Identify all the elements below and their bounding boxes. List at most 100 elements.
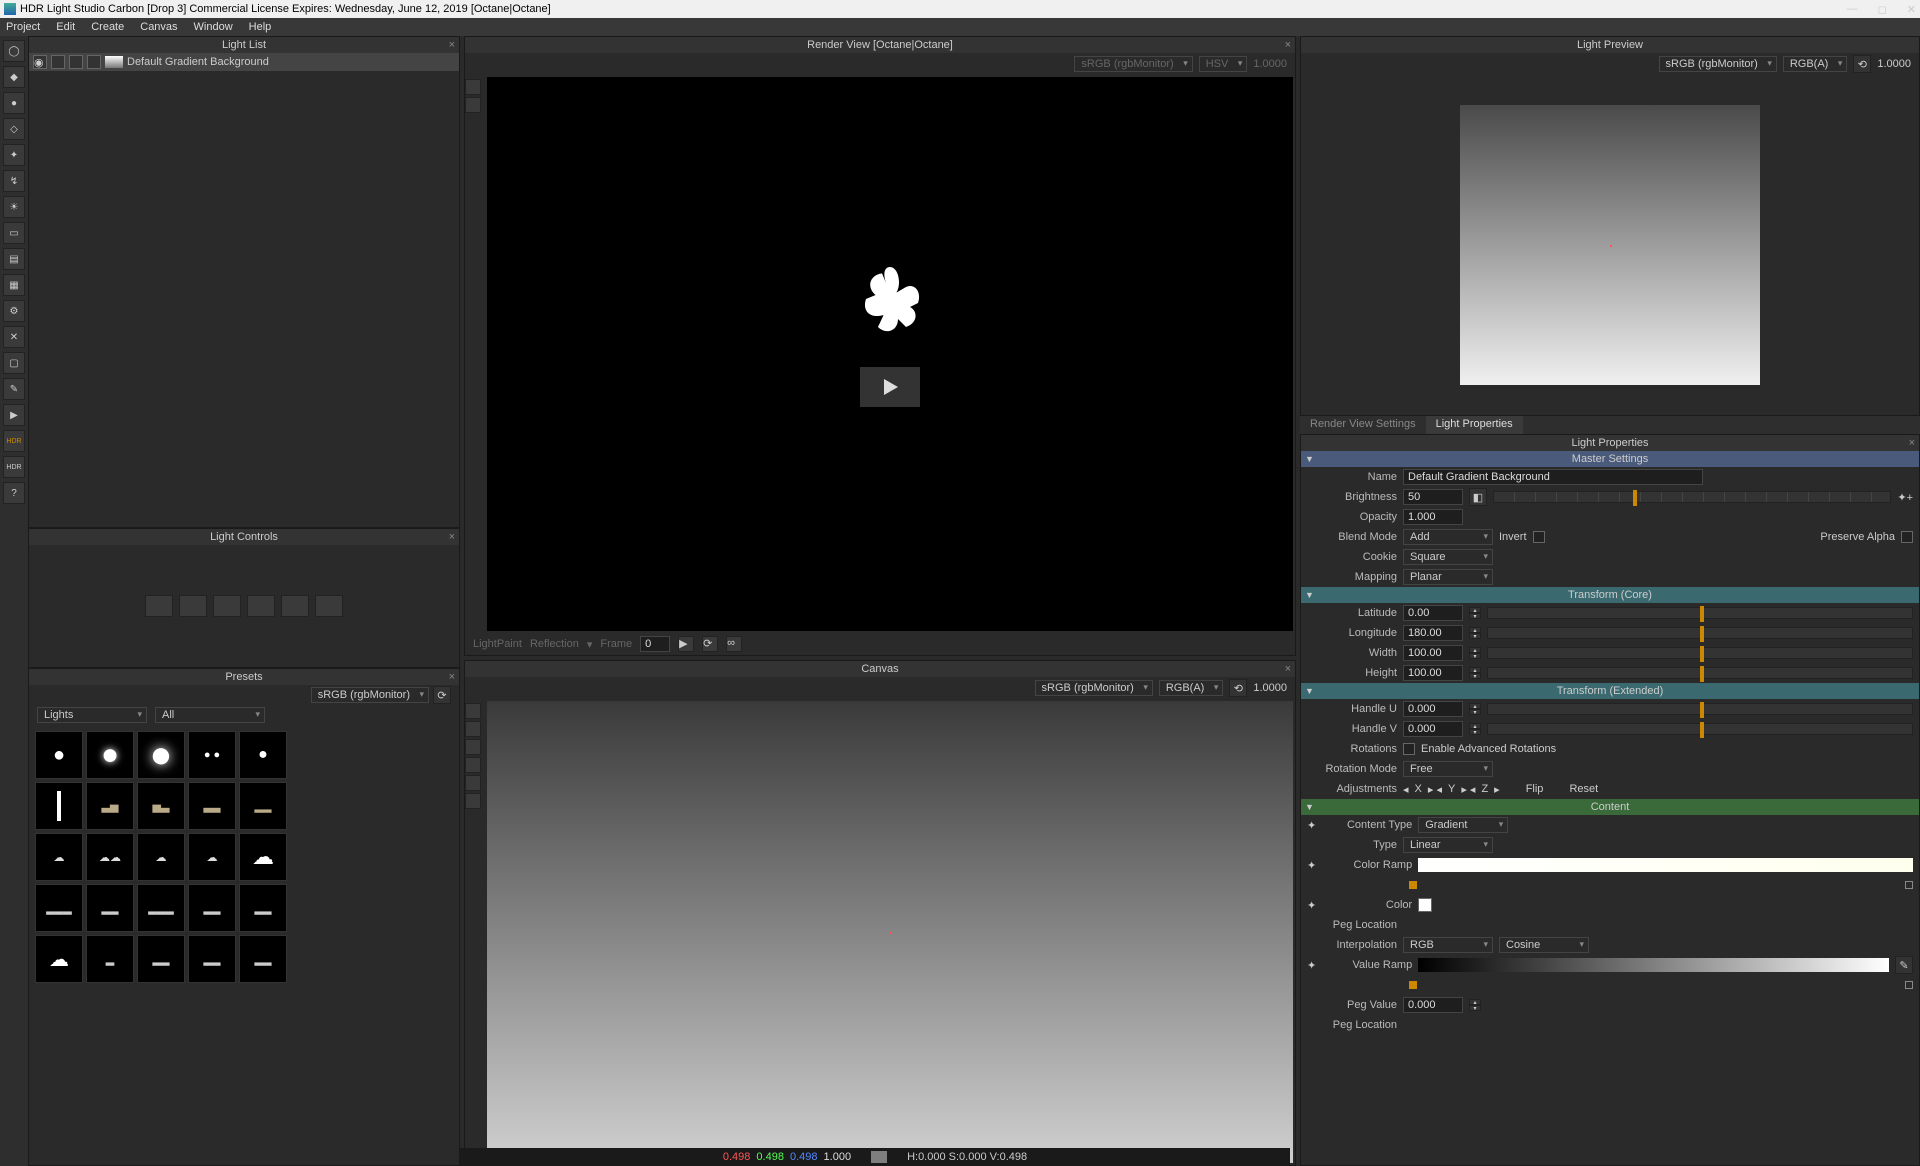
rv-play-icon[interactable]: ▶ — [678, 636, 694, 652]
tool-close-icon[interactable]: ✕ — [3, 326, 25, 348]
cv-channels-dropdown[interactable]: RGB(A) — [1159, 680, 1224, 696]
preset-thumb[interactable]: ☁ — [35, 833, 83, 881]
preset-thumb[interactable]: ▂▂ — [239, 884, 287, 932]
menu-window[interactable]: Window — [194, 21, 233, 33]
tool-4[interactable]: ◇ — [3, 118, 25, 140]
type-dropdown[interactable]: Linear — [1403, 837, 1493, 853]
tool-hdr2-icon[interactable]: HDR — [3, 456, 25, 478]
name-input[interactable] — [1403, 469, 1703, 485]
rv-mode-reflection[interactable]: Reflection — [530, 638, 579, 650]
preset-thumb[interactable]: ● — [86, 731, 134, 779]
color-ramp[interactable] — [1418, 858, 1913, 872]
mapping-dropdown[interactable]: Planar — [1403, 569, 1493, 585]
tool-1[interactable]: ◯ — [3, 40, 25, 62]
tool-gear-icon[interactable]: ⚙ — [3, 300, 25, 322]
lc-orbit-icon[interactable] — [247, 595, 275, 617]
preset-thumb[interactable]: ▂▂ — [137, 935, 185, 983]
preserve-alpha-checkbox[interactable] — [1901, 531, 1913, 543]
handleu-input[interactable] — [1403, 701, 1463, 717]
value-ramp-edit-icon[interactable]: ✎ — [1895, 956, 1913, 974]
lp-colorspace-dropdown[interactable]: sRGB (rgbMonitor) — [1659, 56, 1777, 72]
tool-6[interactable]: ↯ — [3, 170, 25, 192]
preset-thumb[interactable]: ▂▂ — [86, 884, 134, 932]
handlev-slider[interactable] — [1487, 723, 1913, 735]
preset-thumb[interactable]: ▂▂ — [239, 782, 287, 830]
interp-dropdown[interactable]: RGB — [1403, 937, 1493, 953]
brightness-input[interactable] — [1403, 489, 1463, 505]
rv-mode-lightpaint[interactable]: LightPaint — [473, 638, 522, 650]
vramp-peg[interactable] — [1409, 981, 1417, 989]
invert-checkbox[interactable] — [1533, 531, 1545, 543]
blend-dropdown[interactable]: Add — [1403, 529, 1493, 545]
longitude-input[interactable] — [1403, 625, 1463, 641]
preset-thumb[interactable]: ● — [239, 731, 287, 779]
tab-light-properties[interactable]: Light Properties — [1426, 416, 1523, 434]
play-button[interactable] — [860, 367, 920, 407]
panel-close-icon[interactable]: × — [449, 671, 455, 683]
close-button[interactable]: ✕ — [1907, 3, 1916, 16]
preset-thumb[interactable]: ● — [35, 731, 83, 779]
add-icon[interactable]: ✦+ — [1897, 491, 1913, 504]
render-viewport[interactable] — [487, 77, 1293, 631]
handleu-slider[interactable] — [1487, 703, 1913, 715]
opacity-input[interactable] — [1403, 509, 1463, 525]
rv-loop-icon[interactable]: ∞ — [726, 636, 742, 652]
preset-thumb[interactable]: ▂▂▂ — [137, 884, 185, 932]
height-spinner[interactable]: ▴▾ — [1469, 667, 1481, 679]
tab-render-settings[interactable]: Render View Settings — [1300, 416, 1426, 434]
tool-3[interactable]: ● — [3, 92, 25, 114]
panel-close-icon[interactable]: × — [1909, 437, 1915, 449]
preset-thumb[interactable]: ▂▂ — [239, 935, 287, 983]
preset-thumb[interactable]: ☁ — [188, 833, 236, 881]
rv-brush-icon[interactable] — [465, 79, 481, 95]
toggle-4[interactable] — [87, 55, 101, 69]
preset-thumb[interactable]: ● — [137, 731, 185, 779]
menu-edit[interactable]: Edit — [56, 21, 75, 33]
panel-close-icon[interactable]: × — [449, 39, 455, 51]
tool-rect-icon[interactable]: ▢ — [3, 352, 25, 374]
rv-channels-dropdown[interactable]: HSV — [1199, 56, 1248, 72]
ramp-peg[interactable] — [1409, 881, 1417, 889]
preset-thumb[interactable]: ☁ — [137, 833, 185, 881]
presets-category-dropdown[interactable]: Lights — [37, 707, 147, 723]
minimize-button[interactable]: — — [1847, 3, 1858, 16]
handlev-input[interactable] — [1403, 721, 1463, 737]
toggle-2[interactable] — [51, 55, 65, 69]
maximize-button[interactable]: ◻ — [1878, 3, 1887, 16]
menu-help[interactable]: Help — [249, 21, 272, 33]
vramp-peg-end[interactable] — [1905, 981, 1913, 989]
height-input[interactable] — [1403, 665, 1463, 681]
preset-thumb[interactable]: ▂▂▂ — [35, 884, 83, 932]
toggle-3[interactable] — [69, 55, 83, 69]
presets-refresh-icon[interactable]: ⟳ — [433, 686, 451, 704]
tool-pencil-icon[interactable]: ✎ — [3, 378, 25, 400]
latitude-spinner[interactable]: ▴▾ — [1469, 607, 1481, 619]
tool-10[interactable]: ▦ — [3, 274, 25, 296]
content-type-dropdown[interactable]: Gradient — [1418, 817, 1508, 833]
tool-7[interactable]: ☀ — [3, 196, 25, 218]
cv-grid-icon[interactable] — [465, 703, 481, 719]
longitude-slider[interactable] — [1487, 627, 1913, 639]
longitude-spinner[interactable]: ▴▾ — [1469, 627, 1481, 639]
latitude-input[interactable] — [1403, 605, 1463, 621]
ramp-peg-end[interactable] — [1905, 881, 1913, 889]
panel-close-icon[interactable]: × — [1285, 39, 1291, 51]
preset-thumb[interactable]: ▂▂ — [188, 884, 236, 932]
frame-input[interactable] — [640, 636, 670, 652]
rv-refresh-icon[interactable]: ⟳ — [702, 636, 718, 652]
collapse-icon[interactable]: ▼ — [1305, 686, 1314, 696]
preset-thumb[interactable]: ▃▃ — [188, 782, 236, 830]
tool-help-icon[interactable]: ? — [3, 482, 25, 504]
height-slider[interactable] — [1487, 667, 1913, 679]
cv-reset-icon[interactable]: ⟲ — [1229, 679, 1247, 697]
menu-project[interactable]: Project — [6, 21, 40, 33]
rotations-checkbox[interactable] — [1403, 743, 1415, 755]
brightness-mode-icon[interactable]: ◧ — [1469, 488, 1487, 506]
canvas-viewport[interactable] — [487, 701, 1293, 1163]
menu-canvas[interactable]: Canvas — [140, 21, 177, 33]
presets-colorspace-dropdown[interactable]: sRGB (rgbMonitor) — [311, 687, 429, 703]
preset-thumb[interactable]: ☁ — [35, 935, 83, 983]
handlev-spinner[interactable]: ▴▾ — [1469, 723, 1481, 735]
light-list-item[interactable]: ◉ Default Gradient Background — [29, 53, 459, 71]
preset-thumb[interactable]: ☁☁ — [86, 833, 134, 881]
